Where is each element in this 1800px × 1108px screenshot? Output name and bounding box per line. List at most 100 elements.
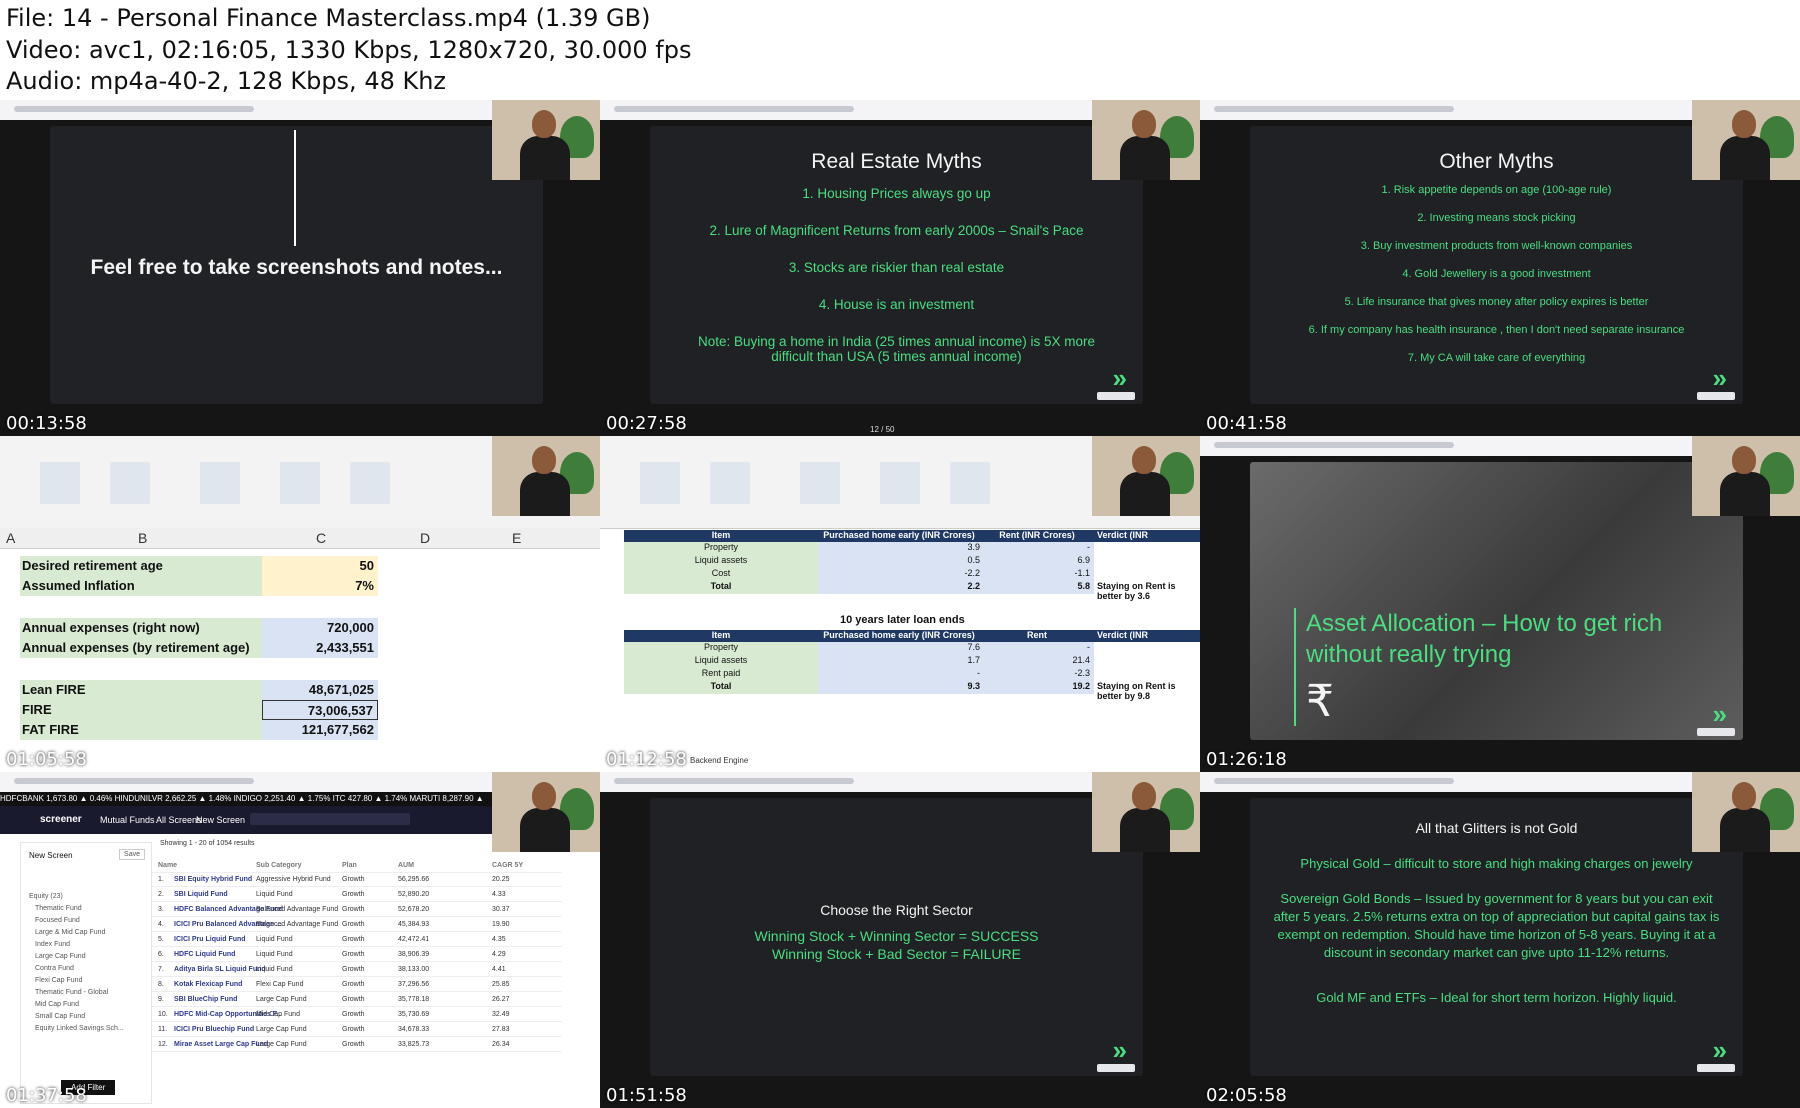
webcam-overlay	[1692, 436, 1800, 516]
filter-item[interactable]: Equity (23)	[29, 893, 63, 900]
next-arrow-icon: »	[1112, 363, 1128, 393]
table-row[interactable]: 10. HDFC Mid-Cap Opportunities F... Mid Ca…	[152, 1009, 562, 1022]
table-row[interactable]: 3. HDFC Balanced Advantage Fund Balanced A…	[152, 904, 562, 917]
slide-item: Winning Stock + Bad Sector = FAILURE	[771, 946, 1021, 962]
filter-item[interactable]: Contra Fund	[35, 965, 74, 972]
save-button[interactable]: Save	[119, 849, 145, 860]
slide-title: Choose the Right Sector	[820, 902, 973, 918]
table-row[interactable]: 12. Mirae Asset Large Cap Fund Large Cap F…	[152, 1039, 562, 1052]
video-line: Video: avc1, 02:16:05, 1330 Kbps, 1280x7…	[6, 36, 692, 64]
table-row[interactable]: 2. SBI Liquid Fund Liquid Fund Growth 52,890…	[152, 889, 562, 902]
filter-item[interactable]: Small Cap Fund	[35, 1013, 85, 1020]
loan-ends-table: Item Purchased home early (INR Crores) Ren…	[624, 630, 1200, 701]
slide-item: 4. House is an investment	[818, 297, 975, 312]
thumbnail-5[interactable]: Item Purchased home early (INR Crores) Ren…	[600, 436, 1200, 772]
rupee-icon: ₹	[1306, 677, 1334, 726]
slide-item: 3. Buy investment products from well-kno…	[1360, 240, 1633, 252]
screener-logo[interactable]: screener	[40, 814, 82, 825]
next-arrow-icon: »	[1712, 1035, 1728, 1065]
slide-title: All that Glitters is not Gold	[1415, 820, 1578, 836]
webcam-overlay	[492, 436, 600, 516]
webcam-overlay	[1692, 772, 1800, 852]
timestamp: 02:05:58	[1206, 1085, 1287, 1106]
thumbnail-6[interactable]: Asset Allocation – How to get rich witho…	[1200, 436, 1800, 772]
slide-title: Other Myths	[1439, 150, 1554, 173]
thumbnail-2[interactable]: Real Estate Myths 1. Housing Prices alwa…	[600, 100, 1200, 436]
slide-item: 1. Risk appetite depends on age (100-age…	[1381, 184, 1612, 196]
results-table: Showing 1 - 20 of 1054 results Name Sub …	[152, 834, 572, 1108]
webcam-overlay	[1692, 100, 1800, 180]
filter-panel: New Screen Save Equity (23) Thematic Fun…	[20, 842, 152, 1104]
search-input[interactable]	[250, 813, 410, 825]
slide-item: Note: Buying a home in India (25 times a…	[698, 334, 1095, 364]
slide-item: Sovereign Gold Bonds – Issued by governm…	[1273, 891, 1720, 960]
slide-item: 5. Life insurance that gives money after…	[1344, 296, 1649, 308]
filter-item[interactable]: Equity Linked Savings Sch...	[35, 1025, 124, 1032]
next-arrow-icon: »	[1712, 363, 1728, 393]
slide-item: Winning Stock + Winning Sector = SUCCESS	[754, 928, 1039, 944]
slide-item: 2. Investing means stock picking	[1417, 212, 1576, 224]
filter-item[interactable]: Thematic Fund - Global	[35, 989, 108, 996]
filter-item[interactable]: Large & Mid Cap Fund	[35, 929, 105, 936]
nav-mutual-funds[interactable]: Mutual Funds	[100, 815, 155, 825]
timestamp: 01:51:58	[606, 1085, 687, 1106]
thumbnail-9[interactable]: All that Glitters is not Gold Physical G…	[1200, 772, 1800, 1108]
thumbnail-8[interactable]: Choose the Right Sector Winning Stock + …	[600, 772, 1200, 1108]
panel-title: New Screen	[29, 851, 73, 860]
rent-vs-buy-table: Item Purchased home early (INR Crores) Ren…	[624, 530, 1200, 601]
webcam-overlay	[1092, 436, 1200, 516]
slide-item: 1. Housing Prices always go up	[802, 186, 991, 201]
timestamp: 01:26:18	[1206, 749, 1287, 770]
timestamp: 01:05:58	[6, 749, 87, 770]
table2-title: 10 years later loan ends	[840, 614, 965, 626]
filter-item[interactable]: Thematic Fund	[35, 905, 82, 912]
column-headers: A B C D E	[0, 528, 600, 549]
thumbnail-7[interactable]: HDFCBANK 1,673.80 ▲ 0.46% HINDUNILVR 2,6…	[0, 772, 600, 1108]
next-arrow-icon: »	[1112, 1035, 1128, 1065]
filter-item[interactable]: Index Fund	[35, 941, 70, 948]
slide-title: Real Estate Myths	[811, 150, 982, 173]
table-row[interactable]: 7. Aditya Birla SL Liquid Fund Liquid Fund…	[152, 964, 562, 977]
results-count: Showing 1 - 20 of 1054 results	[160, 840, 255, 847]
table-row[interactable]: 5. ICICI Pru Liquid Fund Liquid Fund Growth…	[152, 934, 562, 947]
slide-pager[interactable]: 12 / 50	[870, 425, 894, 434]
timestamp: 00:41:58	[1206, 413, 1287, 434]
timestamp: 00:27:58	[606, 413, 687, 434]
spreadsheet-grid[interactable]: A B C D E Desired retirement age 50 Assum…	[0, 528, 600, 772]
webcam-overlay	[1092, 100, 1200, 180]
webcam-overlay	[1092, 772, 1200, 852]
nav-all-screens[interactable]: All Screens	[156, 815, 202, 825]
slide-item: Physical Gold – difficult to store and h…	[1300, 856, 1693, 871]
next-arrow-icon: »	[1712, 699, 1728, 729]
sheet-tab[interactable]: Backend Engine	[690, 756, 748, 765]
thumbnail-4[interactable]: A B C D E Desired retirement age 50 Assum…	[0, 436, 600, 772]
timestamp: 01:12:58	[606, 749, 687, 770]
thumbnail-3[interactable]: Other Myths 1. Risk appetite depends on …	[1200, 100, 1800, 436]
filter-item[interactable]: Flexi Cap Fund	[35, 977, 82, 984]
filter-item[interactable]: Large Cap Fund	[35, 953, 86, 960]
table-row[interactable]: 6. HDFC Liquid Fund Liquid Fund Growth 38,90…	[152, 949, 562, 962]
filter-item[interactable]: Mid Cap Fund	[35, 1001, 79, 1008]
slide-text: Feel free to take screenshots and notes.…	[90, 256, 503, 279]
table-row[interactable]: 8. Kotak Flexicap Fund Flexi Cap Fund Growt…	[152, 979, 562, 992]
slide-item: 4. Gold Jewellery is a good investment	[1402, 268, 1591, 280]
audio-line: Audio: mp4a-40-2, 128 Kbps, 48 Khz	[6, 67, 447, 95]
file-info-header: File: 14 - Personal Finance Masterclass.…	[0, 0, 1800, 96]
table-row[interactable]: 1. SBI Equity Hybrid Fund Aggressive Hybri…	[152, 874, 562, 887]
table-row[interactable]: 9. SBI BlueChip Fund Large Cap Fund Growth 3…	[152, 994, 562, 1007]
slide-item: 7. My CA will take care of everything	[1407, 352, 1586, 364]
slide-title: Asset Allocation – How to get rich witho…	[1306, 610, 1663, 668]
table-row[interactable]: 11. ICICI Pru Bluechip Fund Large Cap Fund…	[152, 1024, 562, 1037]
table-header-row: Name Sub Category Plan AUM CAGR 5Y	[152, 860, 562, 873]
slide-item: Gold MF and ETFs – Ideal for short term …	[1316, 990, 1677, 1005]
nav-new-screen[interactable]: New Screen	[196, 815, 245, 825]
filter-item[interactable]: Focused Fund	[35, 917, 80, 924]
slide-item: 3. Stocks are riskier than real estate	[788, 260, 1005, 275]
slide-item: 2. Lure of Magnificent Returns from earl…	[709, 223, 1084, 238]
timestamp: 00:13:58	[6, 413, 87, 434]
timestamp: 01:37:58	[6, 1085, 87, 1106]
thumbnail-1[interactable]: Feel free to take screenshots and notes.…	[0, 100, 600, 436]
file-line: File: 14 - Personal Finance Masterclass.…	[6, 4, 651, 32]
webcam-overlay	[492, 100, 600, 180]
table-row[interactable]: 4. ICICI Pru Balanced Advantage ... Balanc…	[152, 919, 562, 932]
